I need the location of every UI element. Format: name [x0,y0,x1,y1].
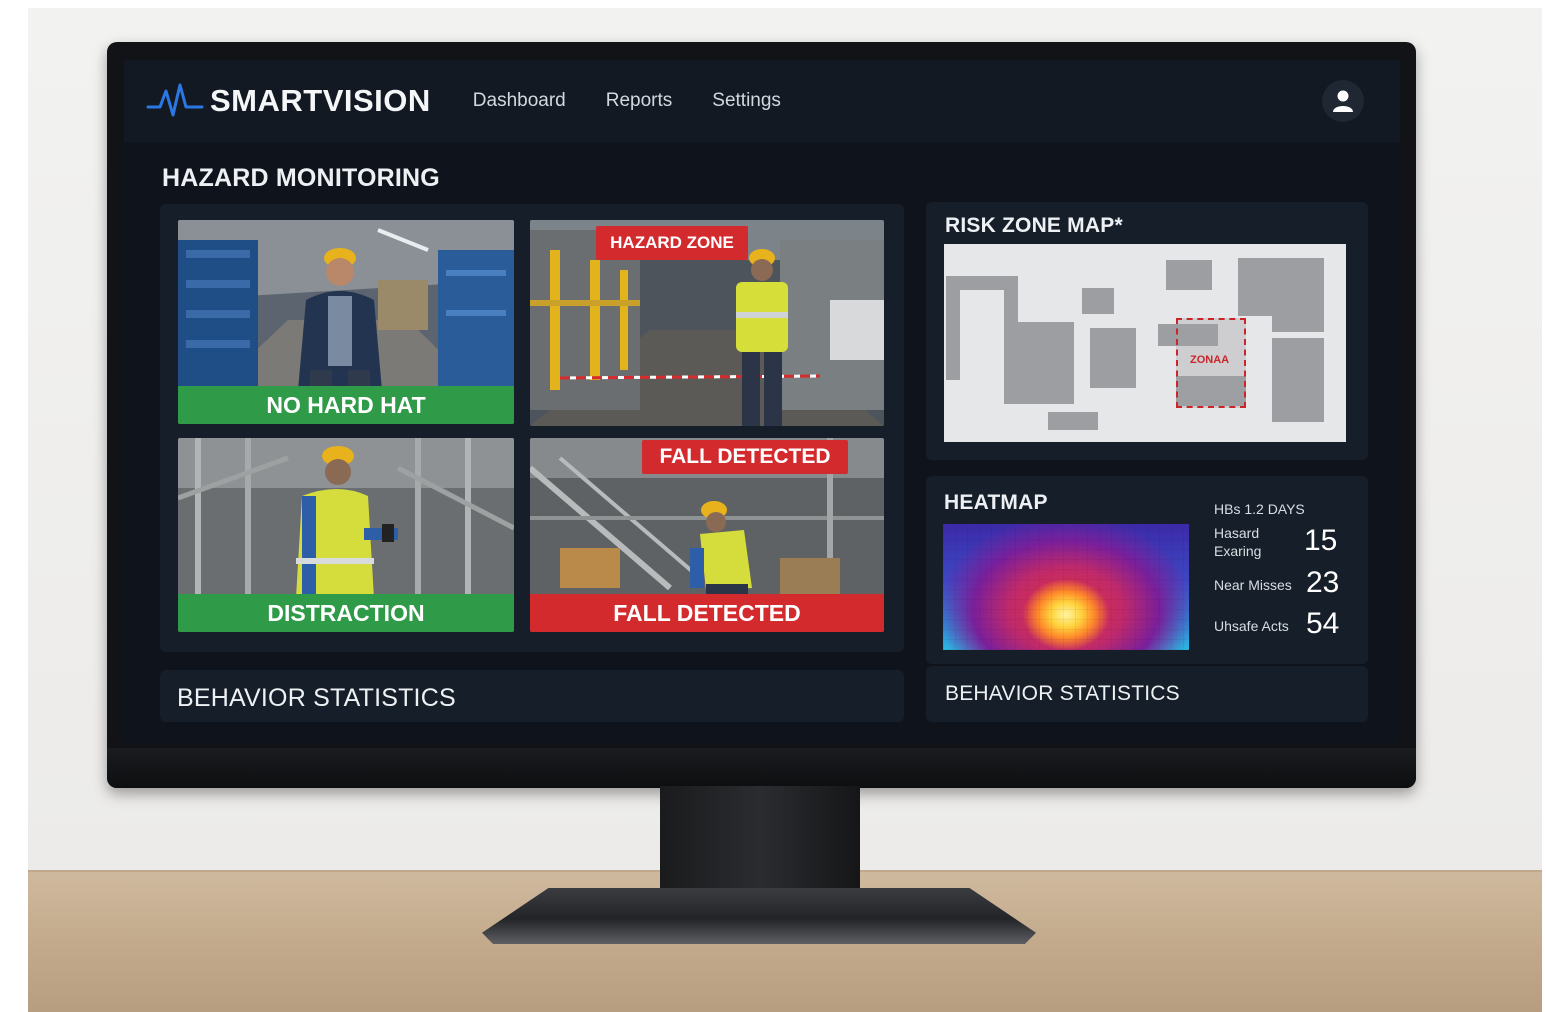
stat-label-unsafe-acts: Uhsafe Acts [1214,618,1289,634]
stat-label-near-misses: Near Misses [1214,577,1292,593]
risk-zone-label: ZONAA [1190,354,1230,366]
heatmap-visual[interactable] [943,524,1189,650]
user-avatar-button[interactable] [1322,80,1364,122]
camera-status-label: NO HARD HAT [178,386,514,424]
pulse-icon [146,83,204,117]
risk-zone-map[interactable]: ZONAA [944,244,1346,442]
camera-feed-hazard-zone[interactable]: HAZARD ZONE [530,220,884,426]
camera-feed-no-hard-hat[interactable]: NO HARD HAT [178,220,514,424]
stat-value-hazard: 15 [1304,524,1338,557]
hazard-monitoring-title: HAZARD MONITORING [162,164,440,192]
camera-status-label: DISTRACTION [178,594,514,632]
map-block [1082,288,1114,314]
map-block [1004,322,1074,404]
brand-logo[interactable]: SMARTVISION [146,81,431,121]
top-navigation-bar: SMARTVISION Dashboard Reports Settings [124,60,1400,142]
camera-feed-fall-detected[interactable]: FALL DETECTED FALL DETECTED [530,438,884,632]
nav-dashboard[interactable]: Dashboard [473,90,566,112]
fall-detected-overlay-badge: FALL DETECTED [642,440,848,474]
heatmap-period-label: HBs 1.2 DAYS [1214,501,1305,517]
monitor-stand-neck [660,786,860,898]
map-block [1272,316,1324,332]
brand-name: SMARTVISION [210,83,431,118]
nav-settings[interactable]: Settings [712,90,781,112]
map-block [1238,258,1324,316]
monitor-chin [107,748,1416,788]
map-block [946,276,960,380]
map-block [1166,260,1212,290]
dashboard-screen: SMARTVISION Dashboard Reports Settings H… [124,60,1400,743]
main-nav: Dashboard Reports Settings [473,90,781,112]
camera-feed-distraction[interactable]: DISTRACTION [178,438,514,632]
behavior-statistics-title-left: BEHAVIOR STATISTICS [177,684,456,712]
map-block [1048,412,1098,430]
stat-value-unsafe-acts: 54 [1306,607,1340,640]
heatmap-title: HEATMAP [944,491,1048,514]
user-icon [1333,90,1353,112]
monitor-stand-base [482,888,1036,944]
hazard-zone-overlay-badge: HAZARD ZONE [596,226,748,260]
risk-zone-map-title: RISK ZONE MAP* [945,214,1123,237]
camera-status-label: FALL DETECTED [530,594,884,632]
stat-label-hazard-line1: Hasard [1214,525,1260,541]
map-block [1272,338,1324,422]
stat-value-near-misses: 23 [1306,566,1340,599]
behavior-statistics-title-right: BEHAVIOR STATISTICS [945,682,1180,705]
stat-label-hazard-line2: Exaring [1214,543,1262,559]
map-block [1090,328,1136,388]
nav-reports[interactable]: Reports [606,90,673,112]
